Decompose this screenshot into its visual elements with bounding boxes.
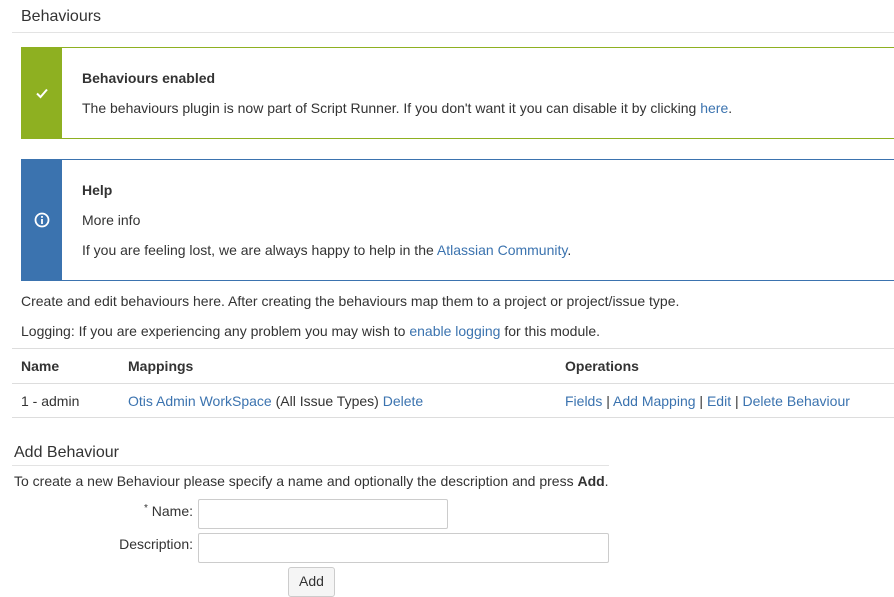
behaviours-table: Name Mappings Operations 1 - admin Otis … [12, 348, 894, 418]
success-message: Behaviours enabled The behaviours plugin… [21, 47, 894, 139]
op-separator: | [606, 393, 610, 409]
mapping-scope: (All Issue Types) [275, 393, 379, 409]
page-title: Behaviours [21, 8, 102, 25]
help-title: Help [82, 182, 113, 198]
help-text-line: If you are feeling lost, we are always h… [82, 242, 571, 258]
header-mappings: Mappings [128, 358, 194, 374]
help-text: If you are feeling lost, we are always h… [82, 242, 434, 258]
info-icon [34, 212, 49, 228]
header-operations: Operations [565, 358, 639, 374]
add-desc-end: . [604, 473, 609, 489]
add-desc-text: To create a new Behaviour please specify… [14, 473, 574, 489]
add-behaviour-divider [12, 465, 609, 466]
title-divider [12, 32, 894, 33]
atlassian-community-link[interactable]: Atlassian Community [437, 242, 567, 258]
disable-here-link[interactable]: here [700, 100, 728, 116]
mapping-cell: Otis Admin WorkSpace (All Issue Types) D… [128, 393, 423, 409]
op-separator: | [734, 393, 739, 409]
success-text-end: . [728, 100, 733, 116]
delete-behaviour-link[interactable]: Delete Behaviour [743, 393, 850, 409]
success-text: The behaviours plugin is now part of Scr… [82, 100, 697, 116]
add-behaviour-description: To create a new Behaviour please specify… [14, 473, 609, 489]
success-text-line: The behaviours plugin is now part of Scr… [82, 100, 732, 116]
behaviour-name: 1 - admin [21, 393, 80, 409]
intro-text: Create and edit behaviours here. After c… [21, 293, 680, 309]
more-info-link[interactable]: More info [82, 212, 140, 228]
add-desc-bold: Add [577, 473, 605, 489]
help-bar [21, 159, 62, 281]
help-text-end: . [567, 242, 572, 258]
logging-text-start: Logging: If you are experiencing any pro… [21, 323, 406, 339]
help-message: Help More info If you are feeling lost, … [21, 159, 894, 281]
logging-text-end: for this module. [504, 323, 601, 339]
add-button[interactable]: Add [288, 567, 335, 597]
success-bar [21, 47, 62, 139]
header-name: Name [21, 358, 60, 374]
delete-mapping-link[interactable]: Delete [383, 393, 423, 409]
success-title: Behaviours enabled [82, 70, 216, 86]
add-mapping-link[interactable]: Add Mapping [613, 393, 696, 409]
description-label: Description: [119, 536, 193, 552]
operations-cell: Fields | Add Mapping | Edit | Delete Beh… [565, 393, 850, 409]
mapping-project-link[interactable]: Otis Admin WorkSpace [128, 393, 272, 409]
table-header-row: Name Mappings Operations [12, 348, 894, 383]
fields-link[interactable]: Fields [565, 393, 602, 409]
edit-link[interactable]: Edit [707, 393, 731, 409]
name-label: * Name: [100, 503, 193, 519]
check-icon [35, 88, 48, 99]
name-input[interactable] [198, 499, 448, 529]
op-separator: | [699, 393, 704, 409]
add-behaviour-title: Add Behaviour [14, 444, 119, 461]
description-input[interactable] [198, 533, 609, 563]
name-label-text: Name: [151, 503, 193, 519]
table-row: 1 - admin Otis Admin WorkSpace (All Issu… [12, 383, 894, 418]
logging-text: Logging: If you are experiencing any pro… [21, 323, 600, 339]
enable-logging-link[interactable]: enable logging [409, 323, 500, 339]
required-marker: * [143, 503, 148, 514]
